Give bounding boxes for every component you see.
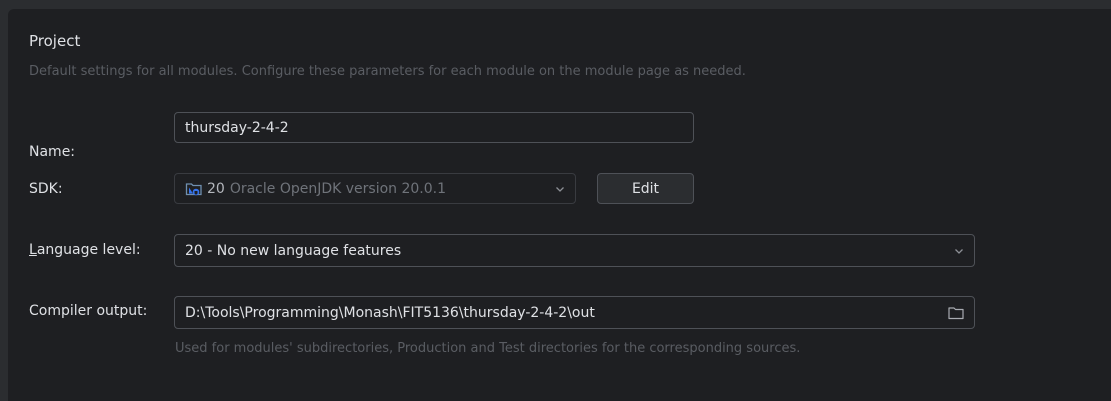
sdk-edit-button[interactable]: Edit bbox=[597, 173, 694, 204]
compiler-output-hint: Used for modules' subdirectories, Produc… bbox=[175, 341, 801, 356]
compiler-output-field[interactable]: D:\Tools\Programming\Monash\FIT5136\thur… bbox=[174, 296, 975, 329]
sdk-version: 20 bbox=[207, 180, 225, 197]
compiler-output-value: D:\Tools\Programming\Monash\FIT5136\thur… bbox=[185, 304, 595, 321]
sdk-description: Oracle OpenJDK version 20.0.1 bbox=[229, 180, 447, 197]
section-title: Project bbox=[29, 32, 81, 50]
chevron-down-icon bbox=[556, 186, 564, 192]
language-level-select[interactable]: 20 - No new language features bbox=[174, 234, 975, 267]
language-level-label-text: anguage level: bbox=[36, 242, 141, 258]
name-label: Name: bbox=[29, 144, 76, 160]
section-description: Default settings for all modules. Config… bbox=[29, 64, 746, 79]
sdk-folder-icon bbox=[185, 181, 203, 197]
name-field[interactable]: thursday-2-4-2 bbox=[174, 112, 694, 143]
language-level-label: Language level: bbox=[29, 242, 141, 258]
name-value: thursday-2-4-2 bbox=[185, 119, 289, 136]
sdk-label: SDK: bbox=[29, 181, 63, 197]
chevron-down-icon bbox=[955, 248, 963, 254]
language-level-value: 20 - No new language features bbox=[185, 242, 402, 259]
compiler-output-label: Compiler output: bbox=[29, 303, 148, 319]
sdk-select[interactable]: 20 Oracle OpenJDK version 20.0.1 bbox=[174, 173, 576, 204]
language-level-mnemonic: L bbox=[29, 242, 37, 258]
browse-folder-icon[interactable] bbox=[948, 306, 964, 320]
